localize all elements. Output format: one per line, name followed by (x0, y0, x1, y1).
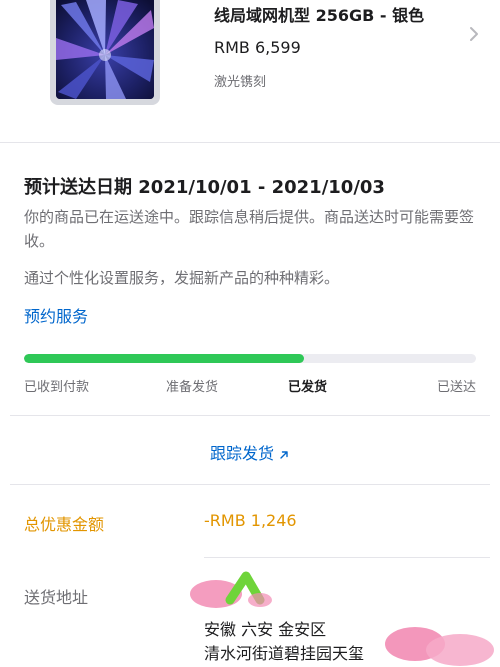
book-service-link[interactable]: 预约服务 (24, 303, 88, 327)
step-shipped: 已发货 (288, 380, 328, 395)
product-image (50, 0, 160, 105)
step-delivered: 已送达 (437, 380, 477, 395)
discount-value: -RMB 1,246 (204, 511, 297, 530)
address-line-1: 安徽 六安 金安区 (204, 620, 327, 639)
address-line-2: 清水河街道碧挂园天玺 (204, 644, 365, 663)
redaction-scribble (190, 571, 272, 608)
chevron-right-icon[interactable] (466, 26, 482, 42)
track-shipment-link[interactable]: 跟踪发货 (0, 440, 500, 464)
delivery-date-title: 预计送达日期 2021/10/01 - 2021/10/03 (24, 177, 385, 198)
delivery-progress-bar (24, 354, 476, 363)
delivery-status-message: 你的商品已在运送途中。跟踪信息稍后提供。商品送达时可能需要签收。 (24, 208, 475, 250)
address-label: 送货地址 (24, 588, 89, 607)
engraving-label: 激光镌刻 (214, 75, 267, 90)
product-price: RMB 6,599 (214, 38, 301, 57)
divider (10, 484, 490, 485)
wallpaper-art (56, 0, 154, 99)
ipad-screen (56, 0, 154, 99)
product-name: 线局域网机型 256GB - 银色 (214, 6, 425, 25)
external-arrow-icon (280, 450, 288, 459)
divider (0, 142, 500, 143)
redaction-scribble (385, 627, 494, 666)
track-shipment-label: 跟踪发货 (209, 444, 274, 463)
step-preparing: 准备发货 (166, 380, 219, 395)
divider (10, 415, 490, 416)
discount-label: 总优惠金额 (24, 515, 105, 534)
divider (204, 557, 490, 558)
step-payment-received: 已收到付款 (24, 380, 90, 395)
progress-fill (24, 354, 305, 363)
personalization-promo: 通过个性化设置服务，发掘新产品的种种精彩。 (24, 269, 340, 287)
